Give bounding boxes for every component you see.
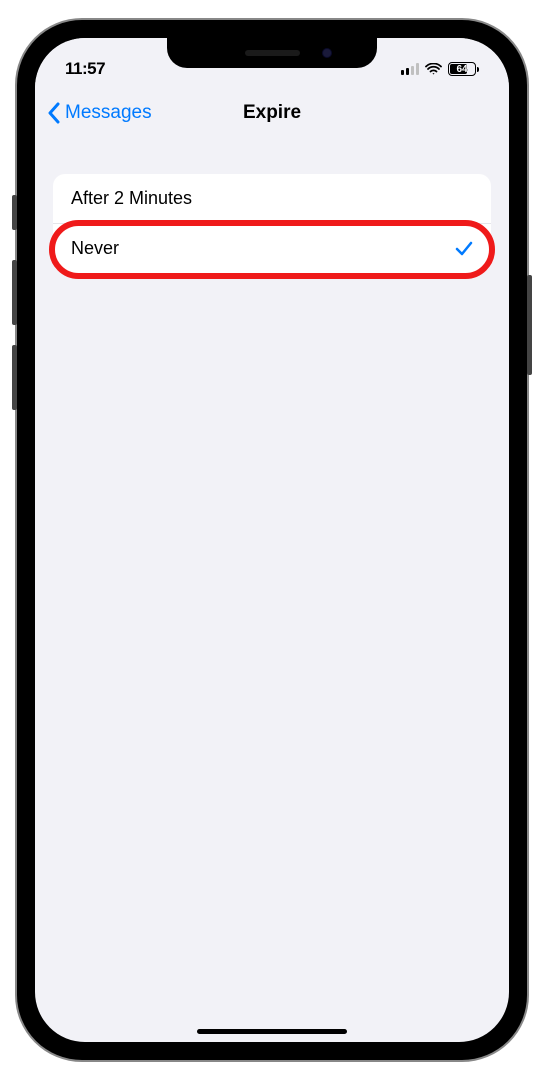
back-label: Messages bbox=[65, 102, 152, 124]
battery-level: 64 bbox=[456, 64, 467, 75]
speaker bbox=[245, 50, 300, 56]
phone-frame: 11:57 64 bbox=[17, 20, 527, 1060]
expire-options-list: After 2 Minutes Never bbox=[53, 174, 491, 273]
screen: 11:57 64 bbox=[35, 38, 509, 1042]
status-time: 11:57 bbox=[65, 59, 105, 79]
notch bbox=[167, 38, 377, 68]
front-camera bbox=[322, 48, 332, 58]
content-area: After 2 Minutes Never bbox=[35, 138, 509, 273]
option-never[interactable]: Never bbox=[53, 223, 491, 273]
checkmark-icon bbox=[455, 240, 473, 258]
cellular-signal-icon bbox=[401, 63, 419, 75]
option-label: After 2 Minutes bbox=[71, 188, 192, 209]
battery-icon: 64 bbox=[448, 62, 479, 76]
power-button bbox=[527, 275, 532, 375]
option-after-2-minutes[interactable]: After 2 Minutes bbox=[53, 174, 491, 223]
nav-bar: Messages Expire bbox=[35, 88, 509, 138]
page-title: Expire bbox=[243, 102, 301, 124]
back-button[interactable]: Messages bbox=[47, 102, 152, 124]
volume-up-button bbox=[12, 260, 17, 325]
status-icons: 64 bbox=[401, 62, 479, 76]
option-label: Never bbox=[71, 238, 119, 259]
mute-switch bbox=[12, 195, 17, 230]
wifi-icon bbox=[425, 63, 442, 76]
home-indicator[interactable] bbox=[197, 1029, 347, 1034]
volume-down-button bbox=[12, 345, 17, 410]
chevron-left-icon bbox=[47, 102, 61, 124]
